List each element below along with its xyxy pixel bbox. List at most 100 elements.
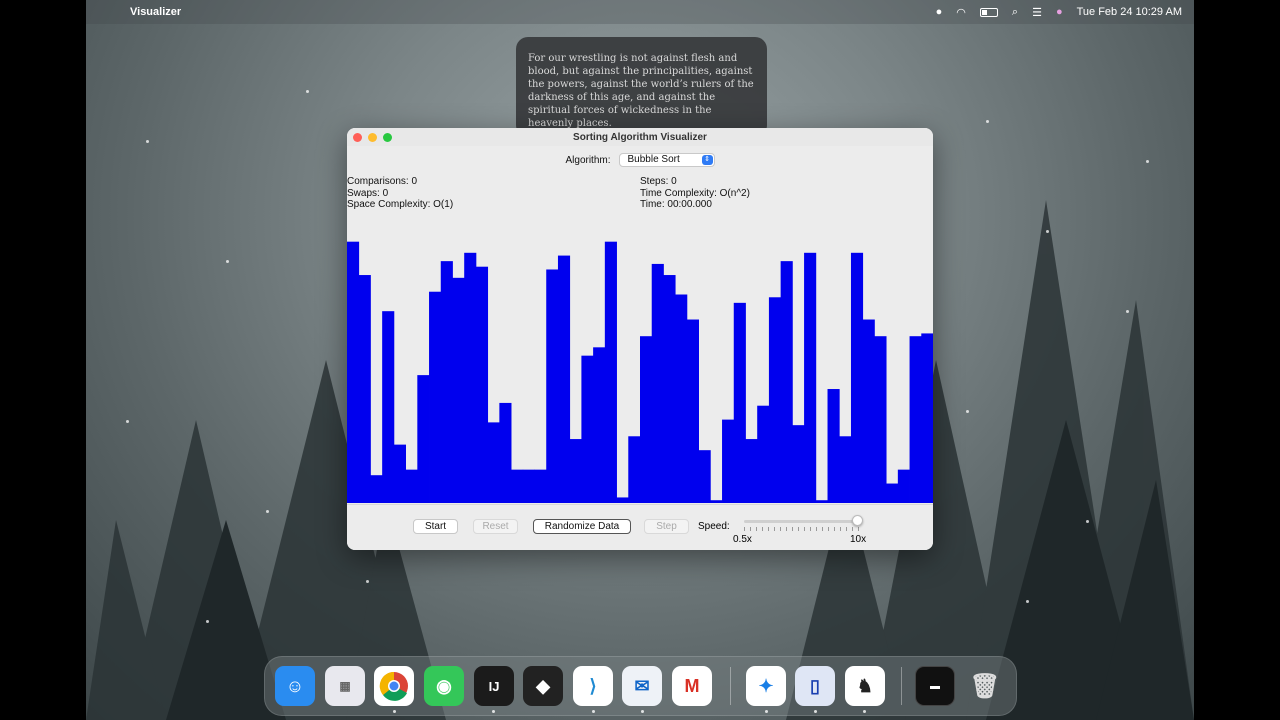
dock-separator [730,667,731,705]
speed-max-label: 10x [850,534,867,545]
time-complexity-stat: Time Complexity: O(n^2) [640,188,750,199]
simulator-icon[interactable]: ▯ [795,666,835,706]
running-indicator [814,710,817,713]
slider-tick [774,527,775,531]
array-bar [792,425,805,503]
array-bar [897,469,910,503]
dock-separator-2 [901,667,902,705]
array-bar [804,252,817,503]
randomize-data-button[interactable]: Randomize Data [533,519,631,534]
controls-bar: Start Reset Randomize Data Step Speed: 0… [347,504,933,550]
array-bar [534,469,547,503]
array-bar [745,439,758,503]
wifi-icon[interactable]: ◠ [956,6,966,19]
slider-tick [744,527,745,531]
search-icon[interactable]: ⌕ [1012,6,1018,19]
array-bar [546,269,559,503]
chrome-icon[interactable] [374,666,414,706]
time-stat: Time: 00:00.000 [640,199,712,210]
slider-tick [858,527,859,531]
terminal-window-icon[interactable]: ▬ [915,666,955,706]
array-bar [581,355,594,503]
record-icon[interactable]: ● [936,6,943,18]
slider-tick [828,527,829,531]
array-bar [487,422,500,503]
safari-icon[interactable]: ✦ [746,666,786,706]
menubar-clock[interactable]: Tue Feb 24 10:29 AM [1077,6,1182,18]
array-bar [651,263,664,503]
slider-tick [756,527,757,531]
slider-tick [780,527,781,531]
array-bar [757,405,770,503]
array-bar [827,389,840,503]
slider-tick [852,527,853,531]
step-button[interactable]: Step [644,519,689,534]
window-title: Sorting Algorithm Visualizer [573,131,707,143]
array-bar [722,419,735,503]
swaps-stat: Swaps: 0 [347,188,389,199]
array-bar [405,469,418,503]
array-bar [921,333,933,503]
start-button[interactable]: Start [413,519,458,534]
sorting-bar-chart [347,225,933,503]
slider-tick [792,527,793,531]
dock: ☺ ▦ ◉ IJ ◆ ⟩ ✉ M ✦ ▯ ♞ ▬ 🗑 [264,656,1017,716]
trash-icon[interactable]: 🗑 [965,666,1005,706]
speed-min-label: 0.5x [733,534,752,545]
array-bar [393,444,406,503]
speed-slider-track[interactable] [744,520,860,523]
array-bar [675,294,688,503]
intellij-icon[interactable]: IJ [474,666,514,706]
array-bar [698,450,711,503]
array-bar [464,252,477,503]
array-bar [663,275,676,503]
speed-slider-thumb[interactable] [852,515,863,526]
array-bar [628,436,641,503]
running-indicator [863,710,866,713]
vscode-icon[interactable]: ⟩ [573,666,613,706]
array-bar [557,255,571,503]
algorithm-selected: Bubble Sort [627,154,680,165]
launchpad-icon[interactable]: ▦ [325,666,365,706]
siri-icon[interactable]: ● [1056,6,1063,18]
algorithm-select[interactable]: Bubble Sort ⇕ [618,153,715,167]
reset-button[interactable]: Reset [473,519,518,534]
comparisons-stat: Comparisons: 0 [347,176,418,187]
menu-bar: Visualizer ● ◠ ⌕ ☰ ● Tue Feb 24 10:29 AM [86,0,1194,24]
battery-icon[interactable] [979,7,998,17]
slider-tick [750,527,751,531]
array-bar [710,500,723,503]
messages-icon[interactable]: ◉ [424,666,464,706]
array-bar [347,241,360,503]
array-bar [429,291,442,503]
slider-tick [804,527,805,531]
running-indicator [393,710,396,713]
outlook-icon[interactable]: ✉ [622,666,662,706]
cursor-app-icon[interactable]: ◆ [523,666,563,706]
array-bar [616,497,629,503]
running-indicator [765,710,768,713]
java-icon[interactable]: ♞ [845,666,885,706]
running-indicator [492,710,495,713]
slider-tick [834,527,835,531]
finder-icon[interactable]: ☺ [275,666,315,706]
array-bar [593,347,606,503]
steps-stat: Steps: 0 [640,176,677,187]
array-bar [358,275,371,503]
control-center-icon[interactable]: ☰ [1032,6,1042,19]
array-bar [569,439,582,503]
algorithm-row: Algorithm: Bubble Sort ⇕ [347,153,933,167]
array-bar [511,469,524,503]
slider-tick [762,527,763,531]
slider-tick [846,527,847,531]
array-bar [909,336,922,503]
gmail-icon[interactable]: M [672,666,712,706]
slider-tick [822,527,823,531]
title-bar[interactable]: Sorting Algorithm Visualizer [347,128,933,146]
app-menu-name[interactable]: Visualizer [130,6,181,18]
array-bar [640,336,653,503]
slider-tick [840,527,841,531]
array-bar [839,436,852,503]
array-bar [862,319,875,503]
slider-tick [810,527,811,531]
